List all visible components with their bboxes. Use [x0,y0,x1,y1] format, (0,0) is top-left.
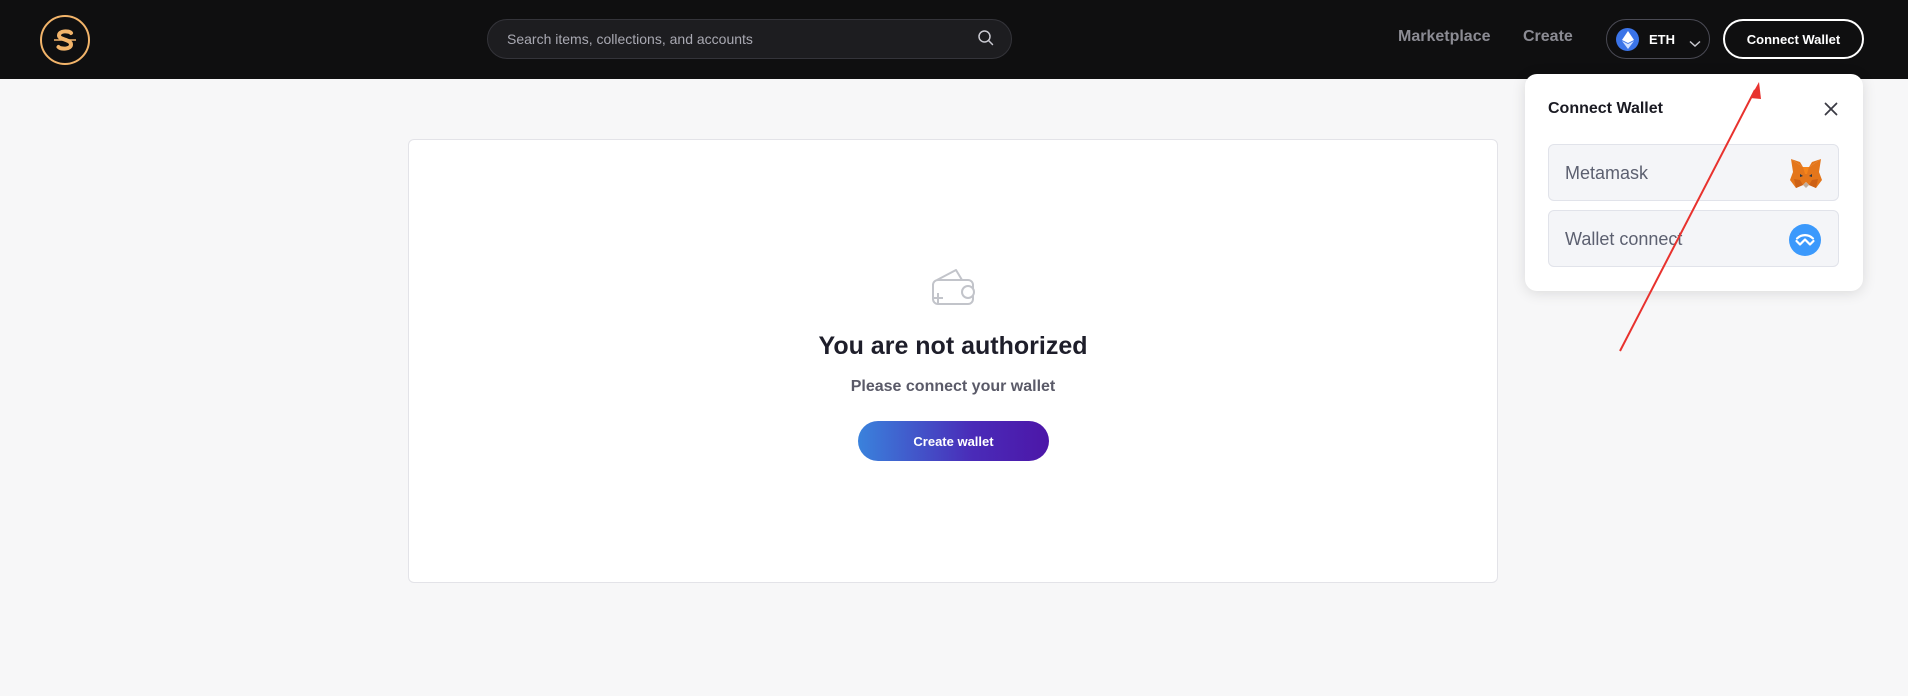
search-input[interactable] [507,20,967,58]
network-label: ETH [1649,32,1675,47]
wallet-option-metamask[interactable]: Metamask [1548,144,1839,201]
network-selector[interactable]: ETH [1606,19,1710,59]
popup-title: Connect Wallet [1548,100,1663,117]
nav-marketplace-link[interactable]: Marketplace [1398,28,1491,46]
connect-wallet-button[interactable]: Connect Wallet [1723,19,1864,59]
connect-wallet-popup: Connect Wallet Metamask Wallet connect [1525,74,1863,291]
ethereum-icon [1616,28,1639,51]
wallet-option-walletconnect[interactable]: Wallet connect [1548,210,1839,267]
page-subtitle: Please connect your wallet [850,378,1056,395]
walletconnect-icon [1789,224,1821,261]
chevron-down-icon [1689,35,1701,53]
close-icon[interactable] [1824,102,1838,121]
create-wallet-button[interactable]: Create wallet [858,421,1049,461]
page-title: You are not authorized [818,332,1088,360]
search-icon[interactable] [977,29,995,52]
search-bar [487,19,1012,59]
s-coin-logo-icon[interactable] [40,15,90,65]
wallet-add-icon [928,264,978,313]
auth-card: You are not authorized Please connect yo… [408,139,1498,583]
metamask-fox-icon [1789,158,1823,195]
wallet-option-label: Wallet connect [1565,229,1683,249]
nav-create-link[interactable]: Create [1523,28,1573,46]
top-navbar: Marketplace Create ETH Connect Wallet [0,0,1908,79]
wallet-option-label: Metamask [1565,163,1649,183]
